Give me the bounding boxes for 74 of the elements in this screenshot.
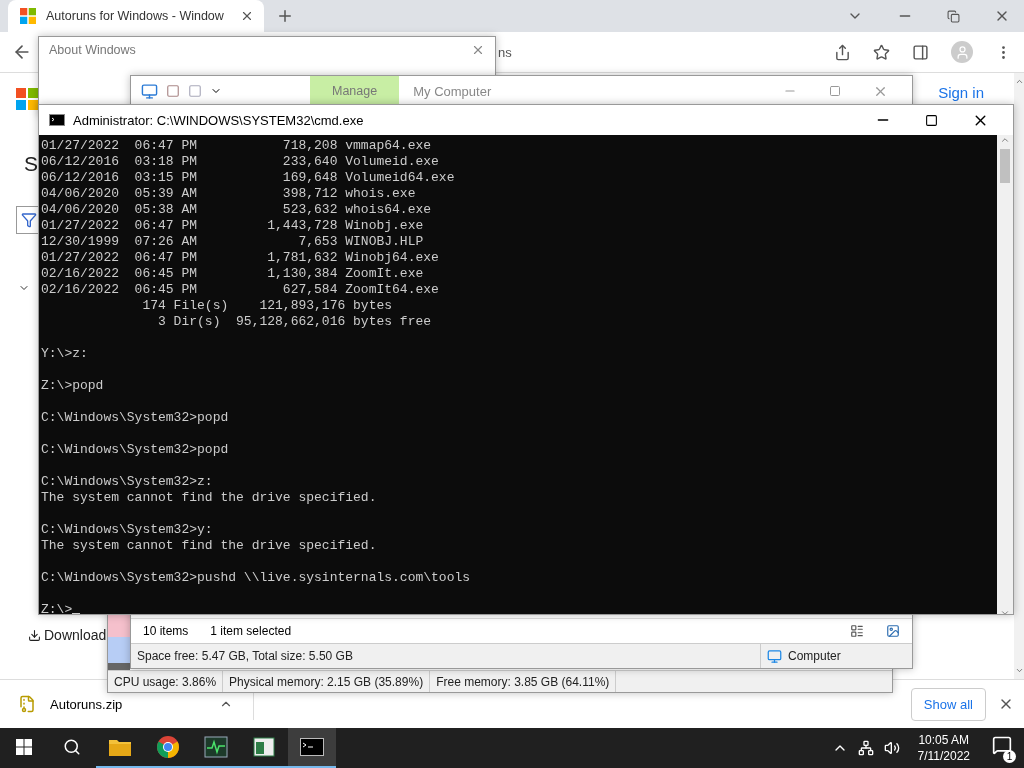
console-icon	[300, 738, 324, 756]
scrollbar[interactable]	[1014, 73, 1024, 679]
console-line: 01/27/2022 06:47 PM 1,781,632 Winobj64.exe	[41, 250, 439, 266]
share-icon[interactable]	[834, 43, 851, 61]
console-line: C:\Windows\System32>popd	[41, 410, 229, 426]
console-line: 174 File(s) 121,893,176 bytes	[141, 298, 393, 314]
console-line: 04/06/2020 05:38 AM 523,632 whois64.exe	[41, 202, 432, 218]
show-all-button[interactable]: Show all	[910, 687, 986, 721]
scroll-up-icon[interactable]	[1014, 77, 1024, 86]
console-icon	[49, 114, 65, 126]
window-title: My Computer	[413, 83, 492, 99]
console-line: C:\Windows\System32>popd	[41, 442, 229, 458]
console-line: C:\Windows\System32>pushd \\live.sysinternals.com\tools	[41, 570, 471, 586]
console-line: 12/30/1999 07:26 AM 7,653 WINOBJ.HLP	[41, 234, 424, 250]
taskbar-app[interactable]	[288, 728, 336, 768]
space-text: Space free: 5.47 GB, Total size: 5.50 GB	[131, 644, 761, 668]
address-text[interactable]: ns	[498, 45, 512, 60]
computer-icon[interactable]	[141, 82, 158, 100]
properties-icon[interactable]	[166, 84, 180, 98]
console-line: 02/16/2022 06:45 PM 627,584 ZoomIt64.exe	[41, 282, 439, 298]
console-line: C:\Windows\System32>z:	[41, 474, 213, 490]
windows-logo-icon	[16, 739, 32, 755]
folder-icon	[108, 737, 132, 757]
status-text: Physical memory: 2.15 GB (35.89%)	[223, 671, 431, 692]
console-line: 06/12/2016 03:15 PM 169,648 Volumeid64.exe	[41, 170, 455, 186]
maximize-icon[interactable]	[925, 113, 938, 127]
scroll-down-icon[interactable]	[1014, 666, 1024, 675]
console-line: 06/12/2016 03:18 PM 233,640 Volumeid.exe	[41, 154, 439, 170]
console-line: Y:\>z:	[41, 346, 88, 362]
details-view-icon[interactable]	[850, 624, 864, 638]
manage-tab[interactable]: Manage	[310, 76, 400, 106]
app-window-icon	[253, 737, 275, 757]
console-line: 04/06/2020 05:39 AM 398,712 whois.exe	[41, 186, 416, 202]
browser-tab[interactable]: Autoruns for Windows - Window	[8, 0, 264, 32]
page-heading: S	[24, 152, 38, 176]
download-item[interactable]: Autoruns.zip	[50, 696, 205, 712]
zip-file-icon	[18, 695, 36, 713]
close-icon[interactable]	[240, 9, 254, 23]
window-title: About Windows	[49, 43, 136, 57]
clock[interactable]: 10:05 AM 7/11/2022	[909, 732, 978, 764]
microsoft-logo-icon	[20, 8, 36, 24]
color-strip-drawing	[108, 613, 130, 670]
console-line: Z:\>	[41, 602, 73, 614]
download-icon	[28, 628, 41, 642]
selection-count: 1 item selected	[210, 624, 292, 638]
console-line: Z:\>popd	[41, 378, 104, 394]
console-line: The system cannot find the drive specified.	[41, 538, 377, 554]
activity-monitor-icon	[204, 736, 228, 758]
restore-icon[interactable]	[947, 9, 960, 23]
console-line: 01/27/2022 06:47 PM 718,208 vmmap64.exe	[41, 138, 432, 154]
console-line: 01/27/2022 06:47 PM 1,443,728 Winobj.exe	[41, 218, 424, 234]
console-line: 3 Dir(s) 95,128,662,016 bytes free	[157, 314, 432, 330]
network-icon[interactable]	[857, 740, 874, 756]
location-text: Computer	[787, 648, 842, 665]
download-link[interactable]: Download	[28, 627, 107, 643]
sign-in-link[interactable]: Sign in	[938, 84, 984, 101]
status-text: Free memory: 3.85 GB (64.11%)	[430, 671, 617, 692]
chrome-icon	[156, 735, 180, 759]
status-text: CPU usage: 3.86%	[108, 671, 224, 692]
large-icons-view-icon[interactable]	[886, 624, 900, 638]
volume-icon[interactable]	[883, 740, 900, 756]
microsoft-logo-icon	[16, 88, 38, 110]
item-count: 10 items	[143, 624, 189, 638]
side-panel-icon[interactable]	[912, 43, 929, 61]
console-line: The system cannot find the drive specified.	[41, 490, 377, 506]
notifications-button[interactable]: 1	[988, 733, 1016, 763]
scrollbar[interactable]	[997, 135, 1013, 614]
window-title: Administrator: C:\WINDOWS\SYSTEM32\cmd.exe	[73, 112, 364, 128]
star-icon[interactable]	[873, 43, 890, 61]
console-line: 02/16/2022 06:45 PM 1,130,384 ZoomIt.exe	[41, 266, 424, 282]
computer-icon	[767, 648, 782, 664]
search-icon	[63, 738, 81, 756]
scroll-thumb[interactable]	[1000, 149, 1010, 183]
console-line: C:\Windows\System32>y:	[41, 522, 213, 538]
